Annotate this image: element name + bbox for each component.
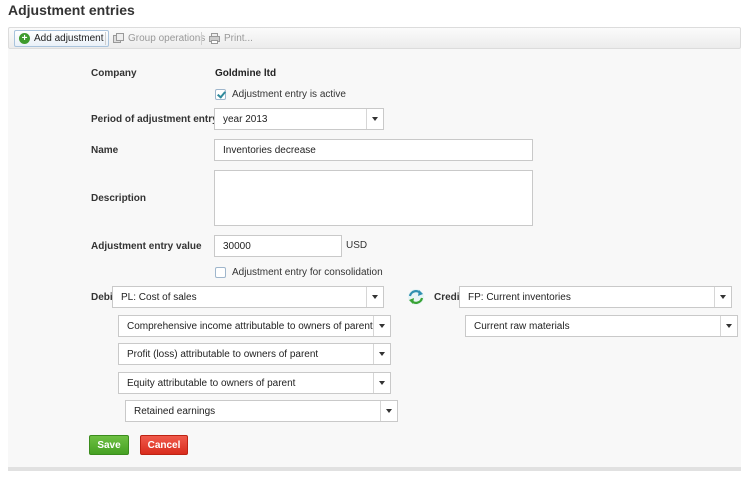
debit-sub-select-2[interactable]: Profit (loss) attributable to owners of … <box>118 343 391 365</box>
debit-sub-select-value: Profit (loss) attributable to owners of … <box>127 348 319 360</box>
plus-icon: + <box>19 33 30 44</box>
add-adjustment-label: Add adjustment <box>34 33 104 44</box>
debit-select-value: PL: Cost of sales <box>121 291 197 303</box>
group-operations-icon <box>113 33 124 43</box>
chevron-down-icon <box>373 344 390 364</box>
chevron-down-icon <box>380 401 397 421</box>
printer-icon <box>209 33 220 44</box>
print-button[interactable]: Print... <box>205 30 257 47</box>
debit-sub-select-1[interactable]: Comprehensive income attributable to own… <box>118 315 391 337</box>
active-checkbox[interactable] <box>215 89 226 100</box>
chevron-down-icon <box>373 316 390 336</box>
add-adjustment-button[interactable]: + Add adjustment <box>14 30 109 47</box>
debit-sub-select-value: Comprehensive income attributable to own… <box>127 320 373 332</box>
group-operations-button[interactable]: Group operations <box>109 30 209 47</box>
credit-sub-select-1[interactable]: Current raw materials <box>465 315 738 337</box>
company-value: Goldmine ltd <box>215 68 277 79</box>
active-checkbox-label: Adjustment entry is active <box>232 89 346 100</box>
chevron-down-icon <box>714 287 731 307</box>
debit-select[interactable]: PL: Cost of sales <box>112 286 384 308</box>
name-input[interactable]: Inventories decrease <box>214 139 533 161</box>
chevron-down-icon <box>373 373 390 393</box>
debit-sub-select-value: Equity attributable to owners of parent <box>127 377 296 389</box>
period-select-value: year 2013 <box>223 113 268 125</box>
credit-select[interactable]: FP: Current inventories <box>459 286 732 308</box>
name-label: Name <box>91 145 119 156</box>
period-select[interactable]: year 2013 <box>214 108 384 130</box>
company-label: Company <box>91 68 137 79</box>
print-label: Print... <box>224 33 253 44</box>
chevron-down-icon <box>366 109 383 129</box>
period-label: Period of adjustment entry <box>91 114 218 125</box>
save-button[interactable]: Save <box>89 435 129 455</box>
description-textarea[interactable] <box>214 170 533 226</box>
consolidation-checkbox[interactable] <box>215 267 226 278</box>
credit-select-value: FP: Current inventories <box>468 291 571 303</box>
debit-sub-select-value: Retained earnings <box>134 405 216 417</box>
value-label: Adjustment entry value <box>91 241 202 252</box>
toolbar: + Add adjustment Group operations Print.… <box>8 27 741 49</box>
toolbar-divider <box>105 32 106 45</box>
currency-unit: USD <box>346 240 368 251</box>
value-input[interactable]: 30000 <box>214 235 342 257</box>
page-title: Adjustment entries <box>8 2 135 18</box>
credit-sub-select-value: Current raw materials <box>474 320 570 332</box>
debit-sub-select-4[interactable]: Retained earnings <box>125 400 398 422</box>
chevron-down-icon <box>720 316 737 336</box>
group-operations-label: Group operations <box>128 33 206 44</box>
consolidation-checkbox-label: Adjustment entry for consolidation <box>232 267 383 278</box>
chevron-down-icon <box>366 287 383 307</box>
debit-sub-select-3[interactable]: Equity attributable to owners of parent <box>118 372 391 394</box>
toolbar-divider <box>201 32 202 45</box>
swap-debit-credit-icon[interactable] <box>407 288 425 306</box>
description-label: Description <box>91 193 147 204</box>
cancel-button[interactable]: Cancel <box>140 435 188 455</box>
